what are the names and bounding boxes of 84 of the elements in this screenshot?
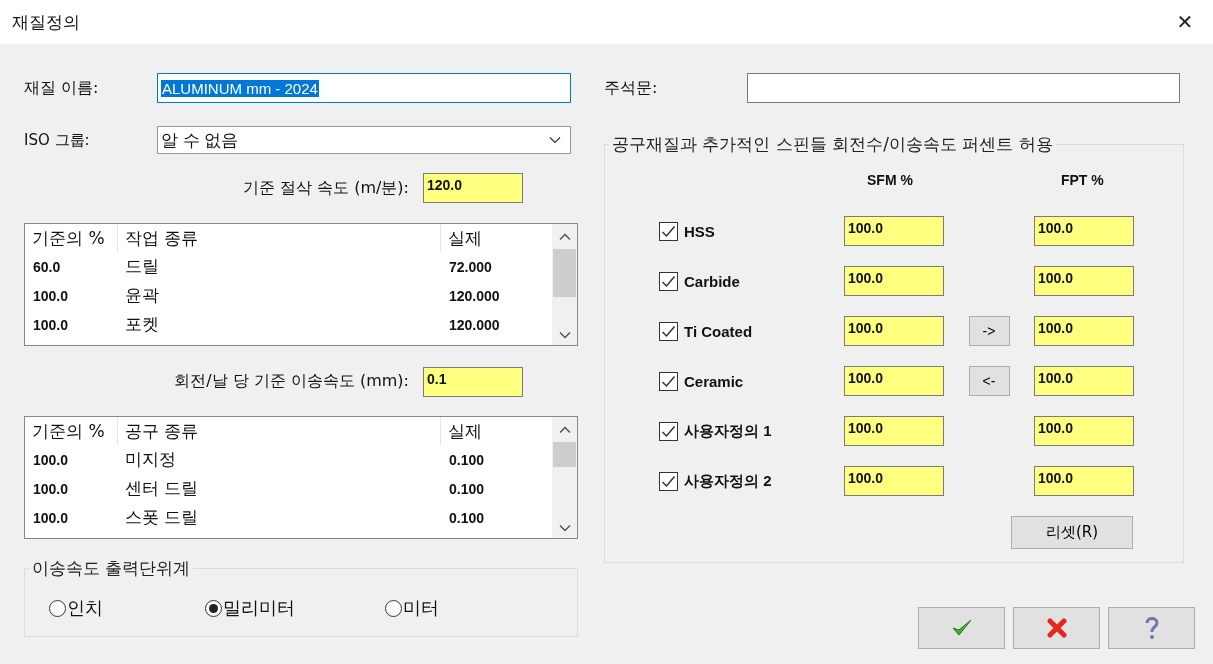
table-cell-text: 센터 드릴	[124, 477, 200, 500]
checkbox[interactable]: 사용자정의 2	[659, 471, 844, 491]
checkbox[interactable]: HSS	[659, 221, 844, 241]
reset-button[interactable]: 리셋(R)	[1011, 516, 1133, 549]
checkbox[interactable]: Ceramic	[659, 371, 844, 391]
scroll-thumb[interactable]	[553, 442, 576, 467]
table-cell-text: 100.0	[32, 316, 70, 333]
iso-group-label: ISO 그룹:	[24, 130, 91, 150]
material-name-label: 재질 이름:	[24, 77, 100, 99]
table-cell-text: 100.0	[32, 287, 70, 304]
checkmark-icon	[661, 274, 676, 288]
material-name-field[interactable]: ALUMINUM mm - 2024	[157, 73, 571, 103]
checkmark-icon	[661, 224, 676, 238]
table-cell-text: 드릴	[124, 255, 160, 278]
help-button[interactable]	[1108, 607, 1195, 649]
sfm-field[interactable]: 100.0	[844, 466, 944, 496]
checkbox[interactable]: Carbide	[659, 271, 844, 291]
table-cell-text: 120.000	[448, 287, 501, 304]
column-header: FPT %	[1060, 172, 1104, 190]
table-cell-text: 스폿 드릴	[124, 506, 200, 529]
radio-option[interactable]: 미터	[385, 596, 439, 620]
table-cell-text: 120.000	[448, 316, 501, 333]
scroll-thumb[interactable]	[553, 249, 576, 297]
checkbox[interactable]: Ti Coated	[659, 321, 844, 341]
fpt-field[interactable]: 100.0	[1034, 316, 1134, 346]
scroll-down-icon[interactable]	[558, 331, 571, 339]
column-header[interactable]: 공구 종류	[118, 417, 441, 445]
column-header[interactable]: 기준의 %	[25, 224, 118, 252]
base-feed-label: 회전/날 당 기준 이송속도 (mm):	[174, 371, 409, 392]
table-cell-text: 100.0	[32, 509, 70, 526]
fpt-field[interactable]: 100.0	[1034, 216, 1134, 246]
checkmark-icon	[661, 324, 676, 338]
radio-option[interactable]: 밀리미터	[205, 596, 385, 620]
sfm-field[interactable]: 100.0	[844, 416, 944, 446]
table-cell-text: 60.0	[32, 258, 62, 275]
table-cell-text: 윤곽	[124, 284, 160, 307]
sfm-field[interactable]: 100.0	[844, 216, 944, 246]
base-speed-label: 기준 절삭 속도 (m/분):	[242, 177, 409, 199]
radio-option[interactable]: 인치	[49, 596, 205, 620]
fpt-field[interactable]: 100.0	[1034, 266, 1134, 296]
table-cell-text: 100.0	[32, 480, 70, 497]
scrollbar[interactable]	[552, 417, 577, 538]
table-cell-text: 0.100	[448, 451, 486, 468]
close-icon	[1046, 618, 1067, 638]
transfer-button[interactable]: <-	[968, 366, 1010, 396]
comment-field[interactable]	[747, 73, 1180, 103]
iso-group-dropdown[interactable]: 알 수 없음	[157, 126, 571, 154]
column-header[interactable]: 작업 종류	[118, 224, 441, 252]
table-cell-text: 미지정	[124, 448, 177, 471]
column-header[interactable]: 실제	[441, 417, 552, 445]
column-header: SFM %	[867, 172, 913, 190]
table-cell-text: 포켓	[124, 313, 160, 336]
column-header[interactable]: 실제	[441, 224, 552, 252]
base-feed-field[interactable]: 0.1	[423, 366, 523, 397]
checkmark-icon	[661, 424, 676, 438]
group-title: 공구재질과 추가적인 스핀들 회전수/이송속도 퍼센트 허용	[611, 133, 1054, 156]
column-header[interactable]: 기준의 %	[25, 417, 118, 445]
base-speed-field[interactable]: 120.0	[423, 173, 523, 203]
scroll-up-icon[interactable]	[558, 426, 571, 434]
sfm-field[interactable]: 100.0	[844, 366, 944, 396]
fpt-field[interactable]: 100.0	[1034, 466, 1134, 496]
checkmark-icon	[950, 618, 973, 638]
table-cell-text: 100.0	[32, 451, 70, 468]
chevron-down-icon	[549, 136, 561, 144]
comment-label: 주석문:	[604, 77, 659, 99]
group-title: 이송속도 출력단위계	[31, 557, 192, 580]
fpt-field[interactable]: 100.0	[1034, 366, 1134, 396]
sfm-field[interactable]: 100.0	[844, 316, 944, 346]
close-button[interactable]: ✕	[1163, 0, 1207, 44]
table-cell-text: 72.000	[448, 258, 493, 275]
checkmark-icon	[661, 374, 676, 388]
scroll-down-icon[interactable]	[558, 524, 571, 532]
transfer-button[interactable]: ->	[968, 316, 1010, 346]
checkmark-icon	[661, 474, 676, 488]
cancel-button[interactable]	[1013, 607, 1100, 649]
table-cell-text: 0.100	[448, 480, 486, 497]
scrollbar[interactable]	[552, 224, 577, 345]
question-mark-icon	[1143, 616, 1160, 640]
window-title: 재질정의	[12, 10, 80, 34]
sfm-field[interactable]: 100.0	[844, 266, 944, 296]
table-cell-text: 0.100	[448, 509, 486, 526]
checkbox[interactable]: 사용자정의 1	[659, 421, 844, 441]
fpt-field[interactable]: 100.0	[1034, 416, 1134, 446]
scroll-up-icon[interactable]	[558, 233, 571, 241]
